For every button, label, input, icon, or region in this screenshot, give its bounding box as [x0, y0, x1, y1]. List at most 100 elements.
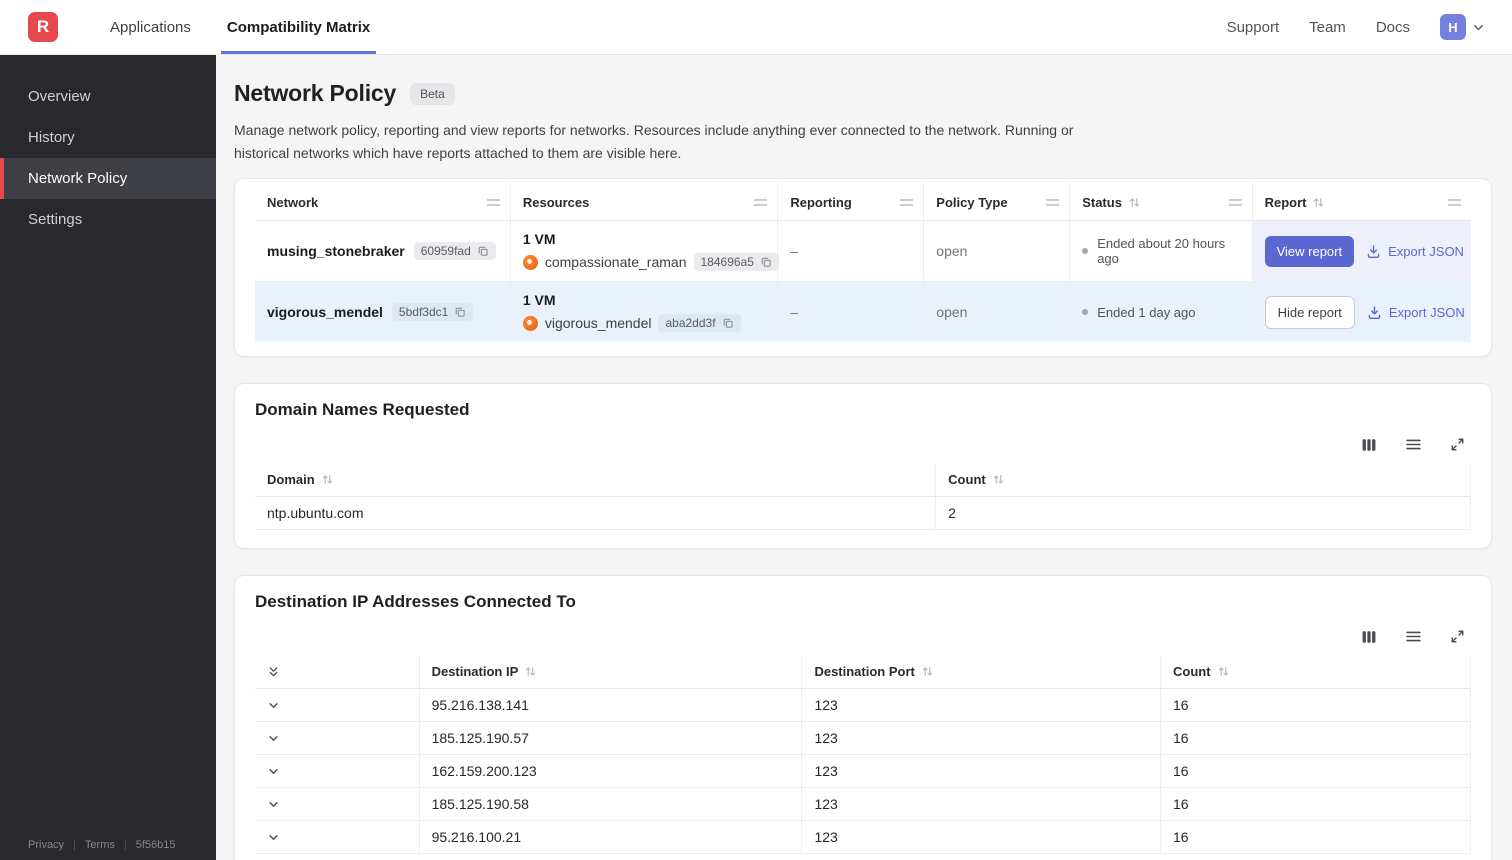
report-cell: Hide report Export JSON	[1252, 281, 1471, 343]
main-content: Network Policy Beta Manage network polic…	[216, 55, 1512, 860]
col-report: Report	[1252, 183, 1471, 222]
column-menu-icon[interactable]	[1046, 199, 1060, 207]
nav-compatibility-matrix[interactable]: Compatibility Matrix	[209, 0, 388, 54]
export-json-button[interactable]: Export JSON	[1367, 305, 1465, 320]
column-menu-icon[interactable]	[900, 199, 914, 207]
page-title: Network Policy	[234, 80, 397, 106]
table-header-row: Network Resources Reporting Policy Type …	[255, 183, 1471, 222]
sort-icon[interactable]	[921, 665, 934, 678]
col-status: Status	[1069, 183, 1253, 222]
column-menu-icon[interactable]	[1228, 199, 1242, 207]
account-menu[interactable]: H	[1440, 14, 1486, 40]
col-destination-ip-label: Destination IP	[431, 664, 519, 680]
expander-cell	[255, 754, 420, 789]
expander-cell	[255, 820, 420, 855]
topbar: R Applications Compatibility Matrix Supp…	[0, 0, 1512, 55]
col-resources-label: Resources	[522, 195, 590, 211]
sort-icon[interactable]	[524, 665, 537, 678]
sort-icon[interactable]	[321, 473, 334, 486]
resource-name: vigorous_mendel	[544, 315, 652, 332]
expand-row-icon[interactable]	[267, 699, 407, 712]
sidebar-item-history[interactable]: History	[0, 117, 216, 158]
columns-icon[interactable]	[1361, 437, 1377, 453]
nav-docs[interactable]: Docs	[1376, 19, 1410, 36]
expand-row-icon[interactable]	[267, 732, 407, 745]
expander-cell	[255, 688, 420, 723]
destinations-table: Destination IP Destination Port Count 95…	[255, 655, 1471, 855]
sidebar-item-settings[interactable]: Settings	[0, 199, 216, 240]
status-cell: Ended about 20 hours ago	[1069, 220, 1253, 282]
download-icon	[1367, 245, 1380, 258]
policy-type-cell: open	[923, 281, 1071, 343]
column-menu-icon[interactable]	[754, 199, 768, 207]
sort-icon[interactable]	[1312, 196, 1325, 209]
report-cell: View report Export JSON	[1252, 220, 1471, 282]
columns-icon[interactable]	[1361, 629, 1377, 645]
expand-row-icon[interactable]	[267, 765, 407, 778]
page-description: Manage network policy, reporting and vie…	[234, 122, 1074, 161]
sort-icon[interactable]	[992, 473, 1005, 486]
sidebar: Overview History Network Policy Settings…	[0, 55, 216, 860]
count-cell: 2	[935, 496, 1471, 531]
row-density-icon[interactable]	[1405, 628, 1422, 645]
network-name: vigorous_mendel	[267, 304, 383, 321]
privacy-link[interactable]: Privacy	[28, 839, 64, 851]
table-toolbar	[255, 436, 1465, 453]
build-version: 5f56b15	[135, 839, 176, 851]
network-cell: vigorous_mendel 5bdf3dc1	[255, 281, 511, 343]
nav-applications[interactable]: Applications	[92, 0, 209, 54]
chevron-down-icon[interactable]	[1471, 20, 1486, 35]
main-nav: Applications Compatibility Matrix	[92, 0, 388, 54]
vm-icon	[522, 315, 538, 331]
copy-icon[interactable]	[722, 317, 734, 329]
table-row: 95.216.100.21 123 16	[255, 820, 1471, 855]
table-row: 185.125.190.58 123 16	[255, 787, 1471, 822]
sort-icon[interactable]	[1217, 665, 1230, 678]
sort-icon[interactable]	[1128, 196, 1141, 209]
domains-card-title: Domain Names Requested	[255, 400, 470, 420]
expand-row-icon[interactable]	[267, 798, 407, 811]
view-report-button[interactable]: View report	[1264, 235, 1355, 267]
networks-table: Network Resources Reporting Policy Type …	[255, 183, 1471, 343]
destination-port-cell: 123	[801, 787, 1162, 822]
copy-icon[interactable]	[454, 306, 466, 318]
reporting-cell: –	[777, 220, 925, 282]
hide-report-button[interactable]: Hide report	[1264, 295, 1355, 329]
copy-icon[interactable]	[477, 245, 489, 257]
terms-link[interactable]: Terms	[85, 839, 115, 851]
network-id-badge: 5bdf3dc1	[391, 303, 474, 322]
vm-icon	[522, 254, 538, 270]
nav-team[interactable]: Team	[1309, 19, 1346, 36]
table-header-row: Domain Count	[255, 463, 1471, 498]
networks-card: Network Resources Reporting Policy Type …	[234, 178, 1492, 358]
row-density-icon[interactable]	[1405, 436, 1422, 453]
export-json-button[interactable]: Export JSON	[1366, 244, 1464, 259]
col-destination-port: Destination Port	[801, 655, 1162, 690]
resource-name: compassionate_raman	[544, 254, 687, 271]
col-report-label: Report	[1264, 195, 1307, 211]
sidebar-item-network-policy[interactable]: Network Policy	[0, 158, 216, 199]
copy-icon[interactable]	[760, 256, 772, 268]
topbar-right: Support Team Docs H	[1227, 0, 1486, 54]
col-destination-ip: Destination IP	[419, 655, 803, 690]
expander-cell	[255, 721, 420, 756]
expander-cell	[255, 787, 420, 822]
expand-all-icon[interactable]	[267, 665, 407, 679]
col-count: Count	[1160, 655, 1471, 690]
destination-ip-cell: 185.125.190.57	[419, 721, 803, 756]
table-row: 95.216.138.141 123 16	[255, 688, 1471, 723]
col-policy-type-label: Policy Type	[936, 195, 1008, 211]
page-header: Network Policy Beta	[234, 80, 1492, 107]
nav-support[interactable]: Support	[1227, 19, 1280, 36]
fullscreen-icon[interactable]	[1450, 437, 1465, 452]
column-menu-icon[interactable]	[486, 199, 500, 207]
avatar[interactable]: H	[1440, 14, 1466, 40]
reporting-cell: –	[777, 281, 925, 343]
expand-row-icon[interactable]	[267, 831, 407, 844]
column-menu-icon[interactable]	[1448, 199, 1461, 207]
sidebar-item-overview[interactable]: Overview	[0, 76, 216, 117]
app-logo[interactable]: R	[28, 12, 58, 42]
fullscreen-icon[interactable]	[1450, 629, 1465, 644]
status-dot-icon	[1082, 309, 1089, 316]
col-policy-type: Policy Type	[923, 183, 1071, 222]
